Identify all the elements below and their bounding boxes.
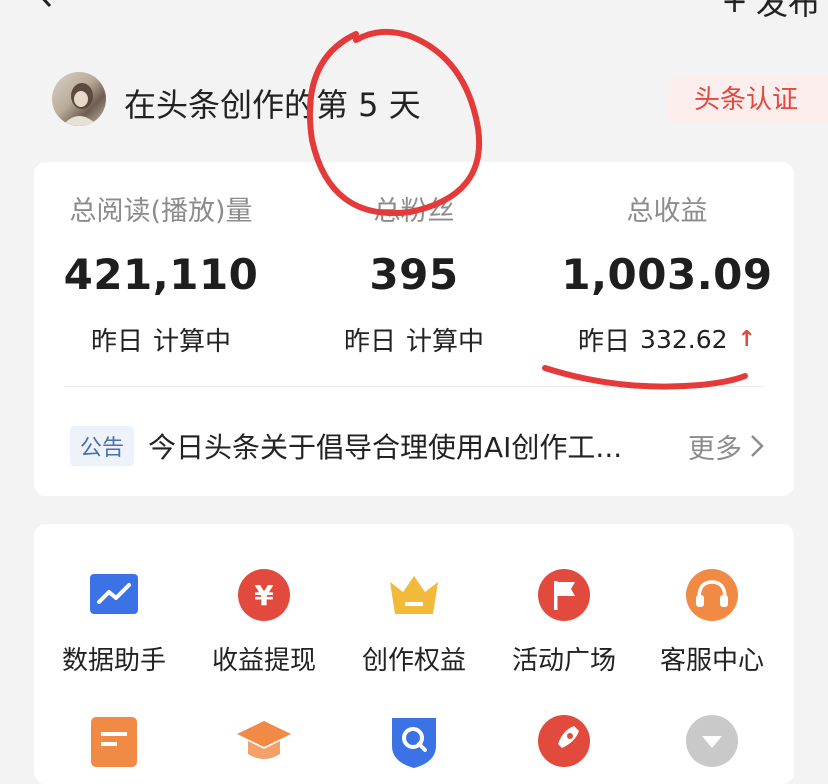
arrow-up-icon: ↑ xyxy=(737,327,756,352)
document-icon xyxy=(87,714,141,768)
grid-item-activity-square[interactable]: 活动广场 xyxy=(494,568,634,677)
stat-label: 总收益 xyxy=(626,196,708,227)
grid-item-row2-2[interactable] xyxy=(194,714,334,768)
stat-yesterday-value: 计算中 xyxy=(153,327,232,357)
chevron-right-icon xyxy=(751,435,764,457)
rocket-icon xyxy=(537,714,591,768)
stat-label: 总粉丝 xyxy=(373,196,455,227)
grid-item-data-assistant[interactable]: 数据助手 xyxy=(44,568,184,677)
stat-total-earnings[interactable]: 总收益 1,003.09 昨日 332.62 ↑ xyxy=(540,192,794,358)
flag-icon xyxy=(537,568,591,622)
tools-grid-card: 数据助手 ¥ 收益提现 创作权益 活动广场 客服中心 xyxy=(34,524,794,784)
creation-days-title: 在头条创作的第 5 天 xyxy=(124,86,421,124)
grid-item-customer-service[interactable]: 客服中心 xyxy=(642,568,782,677)
stat-yesterday-value: 332.62 xyxy=(640,325,728,354)
grid-item-row2-4[interactable] xyxy=(494,714,634,768)
crown-icon xyxy=(387,568,441,622)
stat-yesterday: 昨日 计算中 xyxy=(34,321,288,358)
svg-text:¥: ¥ xyxy=(254,579,274,612)
stat-total-reads[interactable]: 总阅读(播放)量 421,110 昨日 计算中 xyxy=(34,192,288,358)
stat-total-fans[interactable]: 总粉丝 395 昨日 计算中 xyxy=(287,192,541,358)
stat-yesterday-label: 昨日 xyxy=(90,327,143,357)
more-down-icon xyxy=(685,714,739,768)
stat-yesterday-label: 昨日 xyxy=(343,327,396,357)
more-label: 更多 xyxy=(688,433,742,465)
avatar[interactable] xyxy=(52,72,106,126)
grid-item-creator-rights[interactable]: 创作权益 xyxy=(344,568,484,677)
top-bar: + 发布 xyxy=(0,0,828,28)
stats-card: 总阅读(播放)量 421,110 昨日 计算中 总粉丝 395 昨日 计算中 总… xyxy=(34,162,794,496)
stat-yesterday: 昨日 332.62 ↑ xyxy=(540,321,794,358)
yuan-icon: ¥ xyxy=(237,568,291,622)
more-link[interactable]: 更多 xyxy=(688,427,764,466)
graduation-cap-icon xyxy=(237,714,291,768)
creator-header: 在头条创作的第 5 天 头条认证 xyxy=(0,68,828,130)
grid-item-label: 客服中心 xyxy=(659,646,764,676)
stat-value: 1,003.09 xyxy=(561,250,773,299)
publish-button[interactable]: + 发布 xyxy=(721,0,820,24)
stat-yesterday: 昨日 计算中 xyxy=(287,321,541,358)
grid-item-row2-1[interactable] xyxy=(44,714,184,768)
grid-item-label: 收益提现 xyxy=(211,646,316,676)
grid-item-label: 数据助手 xyxy=(61,646,166,676)
publish-label: 发布 xyxy=(755,0,820,22)
grid-item-label: 活动广场 xyxy=(511,646,616,676)
grid-item-earnings-withdraw[interactable]: ¥ 收益提现 xyxy=(194,568,334,677)
stat-yesterday-value: 计算中 xyxy=(406,327,485,357)
stat-value: 421,110 xyxy=(63,250,259,299)
headset-icon xyxy=(685,568,739,622)
stat-yesterday-label: 昨日 xyxy=(578,327,631,357)
grid-item-row2-3[interactable] xyxy=(344,714,484,768)
grid-item-label: 创作权益 xyxy=(361,646,466,676)
divider xyxy=(64,386,764,387)
back-arrow-icon[interactable] xyxy=(30,0,60,8)
stat-value: 395 xyxy=(369,250,459,299)
chart-icon xyxy=(87,568,141,622)
stat-label: 总阅读(播放)量 xyxy=(69,196,253,227)
announcement-tag: 公告 xyxy=(70,426,135,466)
search-shield-icon xyxy=(387,714,441,768)
certification-button[interactable]: 头条认证 xyxy=(668,76,828,124)
announcement-bar[interactable]: 公告 今日头条关于倡导合理使用AI创作工... 更多 xyxy=(70,424,764,468)
announcement-text[interactable]: 今日头条关于倡导合理使用AI创作工... xyxy=(148,426,678,466)
plus-icon: + xyxy=(721,0,748,20)
grid-item-row2-5[interactable] xyxy=(642,714,782,768)
